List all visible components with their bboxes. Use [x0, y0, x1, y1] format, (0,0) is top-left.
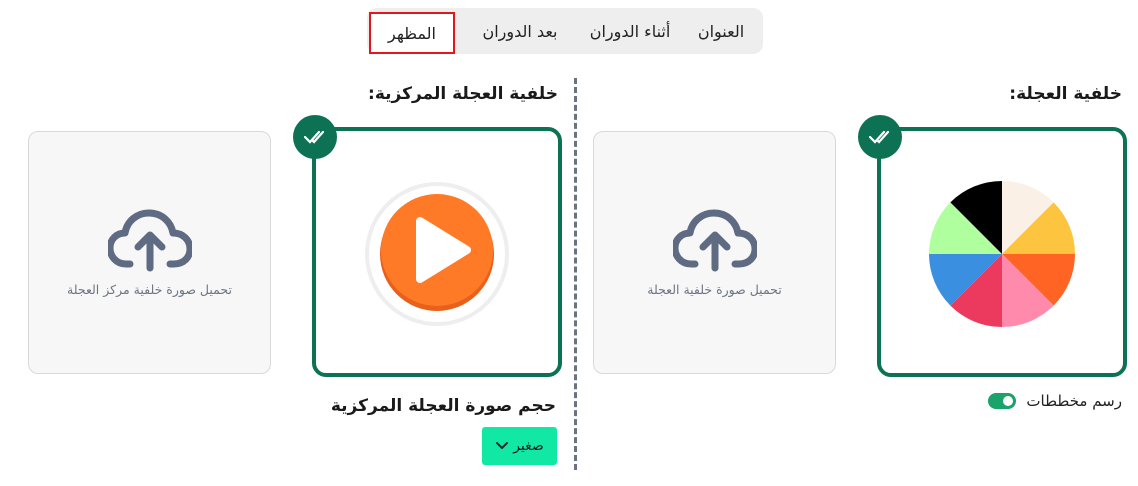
- play-icon: [365, 182, 509, 326]
- center-background-heading: خلفية العجلة المركزية:: [368, 84, 558, 104]
- draw-charts-toggle[interactable]: [988, 393, 1017, 409]
- tab-bar: العنوان أثناء الدوران بعد الدوران المظهر: [367, 8, 763, 54]
- selected-check-icon: [858, 115, 902, 159]
- center-upload-label: تحميل صورة خلفية مركز العجلة: [67, 282, 232, 297]
- wheel-background-upload[interactable]: تحميل صورة خلفية العجلة: [593, 131, 836, 374]
- cloud-upload-icon: [672, 209, 757, 272]
- cloud-upload-icon: [107, 209, 192, 272]
- tab-title[interactable]: العنوان: [685, 12, 757, 50]
- selected-check-icon: [293, 115, 337, 159]
- center-preset-card[interactable]: [312, 127, 562, 377]
- tab-after-spin[interactable]: بعد الدوران: [465, 12, 575, 50]
- center-size-value: صغير: [513, 438, 544, 454]
- color-wheel: [929, 181, 1075, 327]
- chevron-down-icon: [496, 442, 509, 449]
- center-size-heading: حجم صورة العجلة المركزية: [330, 396, 556, 416]
- tab-appearance[interactable]: المظهر: [369, 12, 455, 54]
- draw-charts-label: رسم مخططات: [1026, 392, 1122, 410]
- wheel-upload-label: تحميل صورة خلفية العجلة: [647, 282, 782, 297]
- center-background-upload[interactable]: تحميل صورة خلفية مركز العجلة: [28, 131, 271, 374]
- wheel-background-heading: خلفية العجلة:: [1009, 84, 1122, 104]
- column-divider: [574, 78, 577, 470]
- draw-charts-row: رسم مخططات: [988, 392, 1122, 410]
- tab-during-spin[interactable]: أثناء الدوران: [575, 12, 685, 50]
- appearance-panel: العنوان أثناء الدوران بعد الدوران المظهر…: [0, 0, 1138, 486]
- center-size-dropdown[interactable]: صغير: [482, 427, 557, 465]
- wheel-preset-card[interactable]: [877, 127, 1127, 377]
